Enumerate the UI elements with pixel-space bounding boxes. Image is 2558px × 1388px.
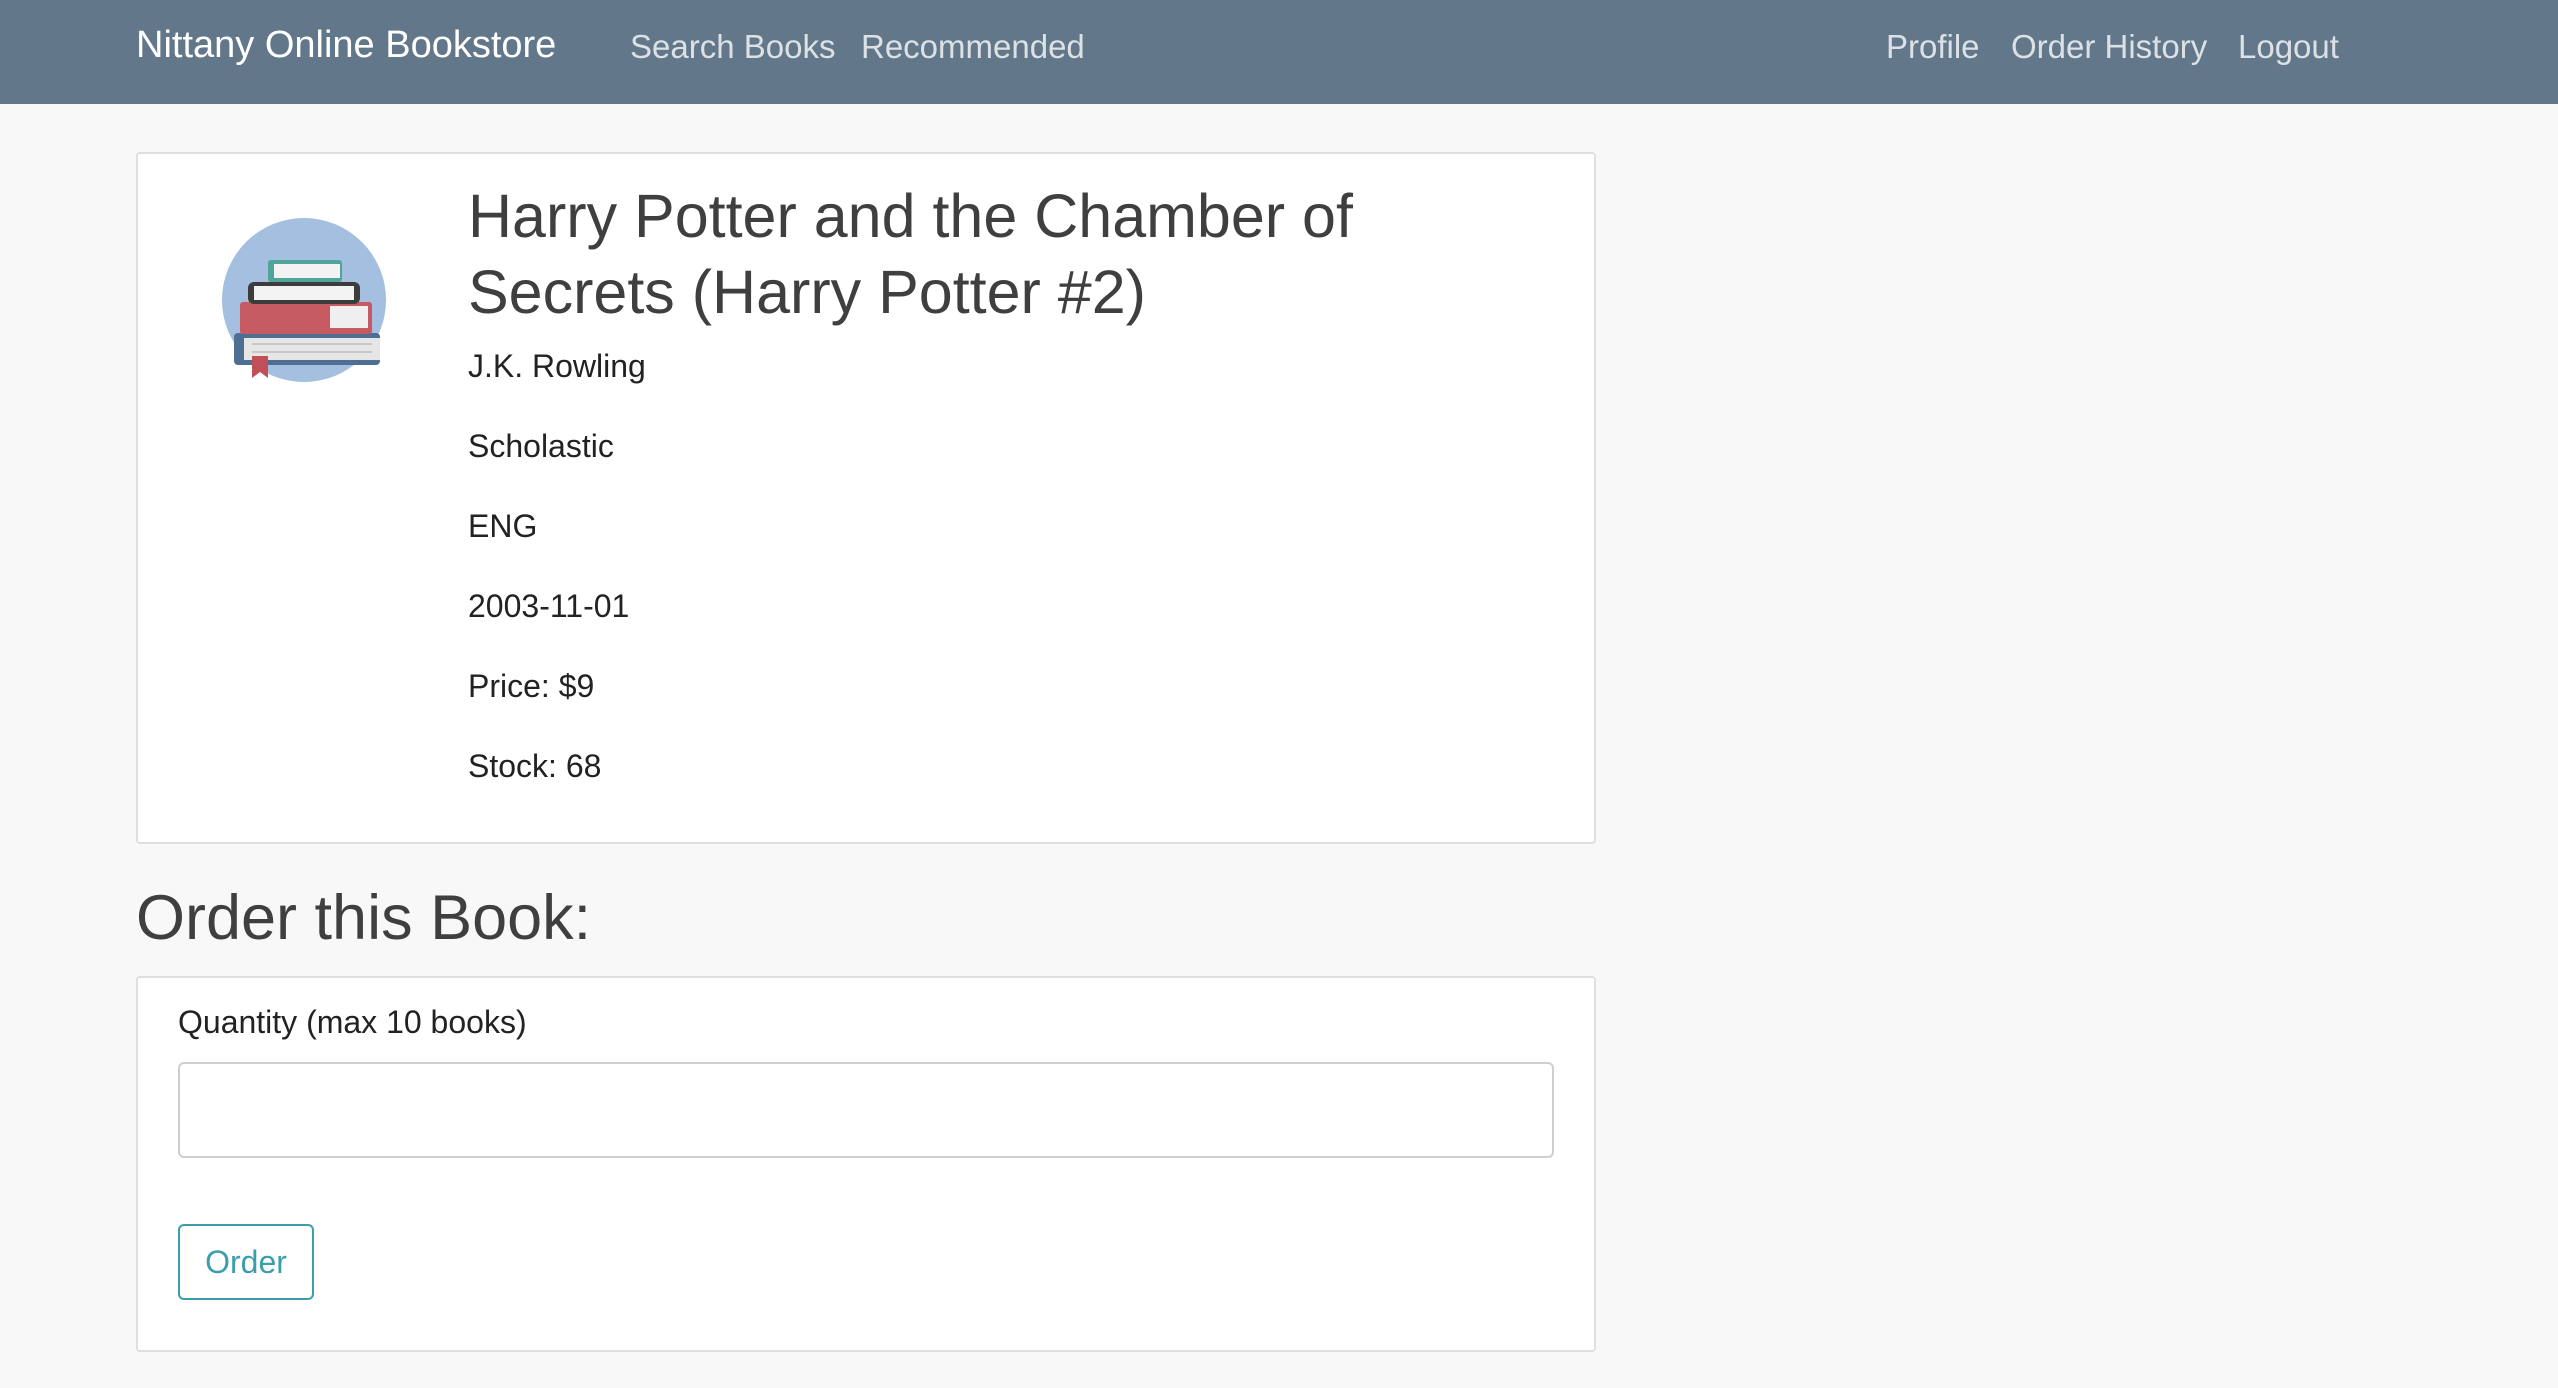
nav-order-history[interactable]: Order History [2011, 28, 2207, 66]
book-title: Harry Potter and the Chamber of Secrets … [468, 182, 1353, 326]
quantity-label: Quantity (max 10 books) [178, 1004, 527, 1040]
book-publisher: Scholastic [468, 428, 614, 464]
top-navbar: Nittany Online Bookstore Search Books Re… [0, 0, 2558, 104]
nav-recommended[interactable]: Recommended [861, 28, 1085, 66]
order-form-card: Quantity (max 10 books) Order [136, 976, 1596, 1352]
book-stack-icon [222, 218, 386, 382]
nav-profile[interactable]: Profile [1886, 28, 1980, 66]
order-section-heading: Order this Book: [136, 883, 592, 953]
book-details-card: Harry Potter and the Chamber of Secrets … [136, 152, 1596, 844]
book-language: ENG [468, 508, 538, 544]
book-stock: Stock: 68 [468, 748, 602, 784]
brand-link[interactable]: Nittany Online Bookstore [136, 24, 556, 67]
nav-search-books[interactable]: Search Books [630, 28, 835, 66]
book-price: Price: $9 [468, 668, 595, 704]
nav-logout[interactable]: Logout [2238, 28, 2339, 66]
book-publish-date: 2003-11-01 [468, 588, 630, 624]
book-author: J.K. Rowling [468, 348, 646, 384]
quantity-input[interactable] [178, 1062, 1554, 1158]
order-button[interactable]: Order [178, 1224, 314, 1300]
